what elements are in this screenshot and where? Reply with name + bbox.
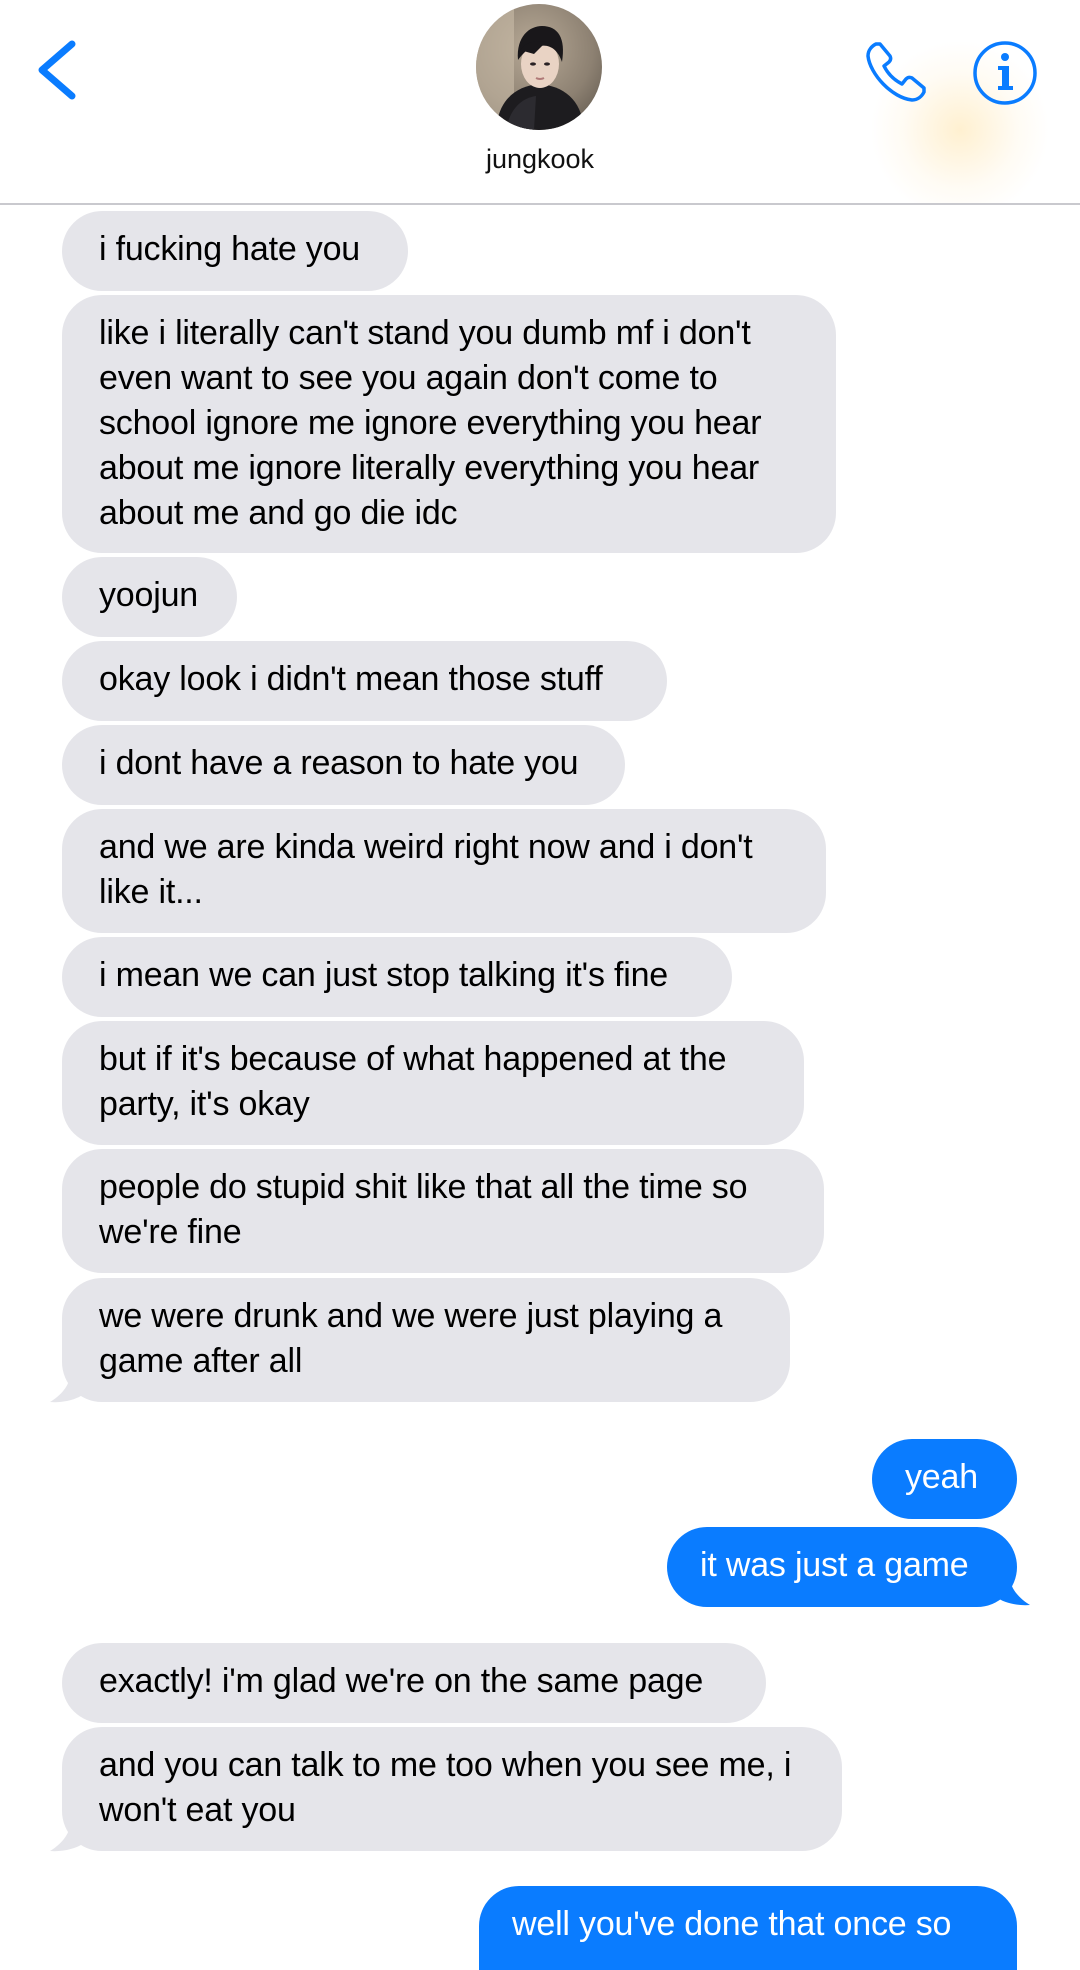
contact-name[interactable]: jungkook	[390, 144, 690, 175]
message-bubble-incoming[interactable]: exactly! i'm glad we're on the same page	[62, 1643, 766, 1723]
message-bubble-outgoing[interactable]: yeah	[872, 1439, 1017, 1519]
message-bubble-outgoing[interactable]: well you've done that once so	[479, 1886, 1017, 1970]
message-text: we were drunk and we were just playing a…	[99, 1297, 723, 1380]
message-bubble-incoming[interactable]: people do stupid shit like that all the …	[62, 1149, 824, 1273]
message-bubble-outgoing[interactable]: it was just a game	[667, 1527, 1017, 1607]
message-text: i mean we can just stop talking it's fin…	[99, 956, 669, 994]
bubble-tail-incoming	[50, 1823, 84, 1852]
message-text: and you can talk to me too when you see …	[99, 1746, 792, 1829]
message-text: well you've done that once so	[512, 1905, 952, 1943]
info-icon	[973, 41, 1037, 105]
message-text: it was just a game	[700, 1546, 969, 1584]
message-bubble-incoming[interactable]: i dont have a reason to hate you	[62, 725, 625, 805]
bubble-tail-incoming	[50, 1374, 84, 1403]
message-text: okay look i didn't mean those stuff	[99, 660, 603, 698]
message-bubble-incoming[interactable]: like i literally can't stand you dumb mf…	[62, 295, 836, 553]
message-text: yeah	[905, 1458, 978, 1496]
message-bubble-incoming[interactable]: and we are kinda weird right now and i d…	[62, 809, 826, 933]
info-button[interactable]	[972, 40, 1038, 106]
conversation-header: jungkook	[0, 0, 1080, 205]
message-text: like i literally can't stand you dumb mf…	[99, 314, 762, 532]
phone-icon	[866, 42, 926, 102]
message-thread[interactable]: i fucking hate you like i literally can'…	[0, 205, 1080, 1970]
message-text: i dont have a reason to hate you	[99, 744, 579, 782]
message-text: i fucking hate you	[99, 230, 361, 268]
message-bubble-incoming[interactable]: okay look i didn't mean those stuff	[62, 641, 667, 721]
message-bubble-incoming[interactable]: we were drunk and we were just playing a…	[62, 1278, 790, 1402]
message-bubble-incoming[interactable]: i fucking hate you	[62, 211, 408, 291]
message-text: people do stupid shit like that all the …	[99, 1168, 748, 1251]
message-text: and we are kinda weird right now and i d…	[99, 828, 753, 911]
message-text: but if it's because of what happened at …	[99, 1040, 727, 1123]
message-bubble-incoming[interactable]: but if it's because of what happened at …	[62, 1021, 804, 1145]
call-button[interactable]	[862, 38, 930, 106]
chevron-left-icon	[38, 40, 76, 100]
back-button[interactable]	[30, 30, 90, 110]
message-text: exactly! i'm glad we're on the same page	[99, 1662, 704, 1700]
message-text: yoojun	[99, 576, 198, 614]
bubble-tail-outgoing	[996, 1577, 1030, 1606]
message-bubble-incoming[interactable]: i mean we can just stop talking it's fin…	[62, 937, 732, 1017]
avatar[interactable]	[476, 4, 602, 130]
message-bubble-incoming[interactable]: and you can talk to me too when you see …	[62, 1727, 842, 1851]
message-bubble-incoming[interactable]: yoojun	[62, 557, 237, 637]
